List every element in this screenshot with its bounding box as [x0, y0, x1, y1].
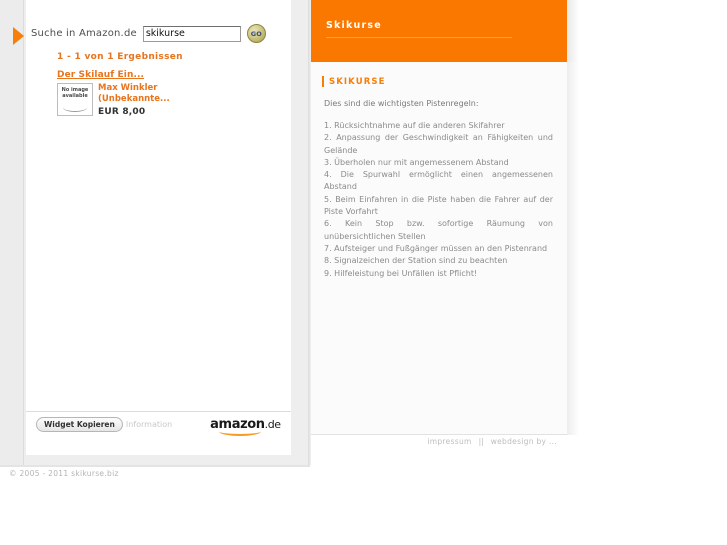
widget-information-link[interactable]: Information [126, 420, 172, 429]
amazon-smile-logo-icon [219, 427, 262, 436]
rule-item: 4. Die Spurwahl ermöglicht einen angemes… [324, 170, 553, 192]
amazon-logo[interactable]: amazon.de [210, 418, 281, 436]
product-title-link[interactable]: Der Skilauf Ein... [57, 70, 144, 80]
rule-item: 2. Anpassung der Geschwindigkeit an Fähi… [324, 133, 553, 155]
product-meta: Max Winkler (Unbekannte... EUR 8,00 [98, 83, 170, 117]
amazon-smile-icon [63, 103, 87, 112]
search-row: Suche in Amazon.de GO [31, 24, 266, 43]
bottom-band [0, 465, 310, 467]
product-price: EUR 8,00 [98, 107, 146, 117]
section-heading: SKIKURSE [322, 76, 385, 87]
webdesign-link[interactable]: webdesign by ... [491, 437, 557, 446]
arrow-right-icon [13, 27, 24, 45]
section-accent-bar [322, 76, 324, 87]
rules-list: 1. Rücksichtnahme auf die anderen Skifah… [324, 120, 553, 280]
page-footer-links: impressum || webdesign by ... [311, 434, 567, 447]
rule-item: 3. Überholen nur mit angemessenem Abstan… [324, 157, 509, 167]
page-header: Skikurse [311, 0, 567, 62]
no-image-line2: available [62, 93, 88, 99]
product-author: Max Winkler (Unbekannte... [98, 83, 170, 104]
header-edge-fade [567, 0, 579, 62]
rule-item: 8. Signalzeichen der Station sind zu bea… [324, 256, 508, 266]
product-row: No image available Max Winkler (Unbekann… [57, 83, 170, 117]
copyright-text: © 2005 - 2011 skikurse.biz [9, 469, 119, 478]
content-edge-fade [567, 62, 579, 435]
content-panel: SKIKURSE Dies sind die wichtigsten Piste… [311, 62, 567, 435]
amazon-search-widget: Suche in Amazon.de GO 1 - 1 von 1 Ergebn… [26, 0, 291, 455]
no-image-placeholder-icon: No image available [57, 83, 93, 116]
page-root: Suche in Amazon.de GO 1 - 1 von 1 Ergebn… [0, 0, 727, 545]
rule-item: 5. Beim Einfahren in die Piste haben die… [324, 194, 553, 217]
header-rule [326, 37, 512, 38]
copy-widget-button[interactable]: Widget Kopieren [36, 417, 123, 432]
section-title: SKIKURSE [329, 76, 386, 87]
search-input[interactable] [142, 25, 241, 42]
amazon-tld: .de [264, 418, 281, 431]
rule-item: 1. Rücksichtnahme auf die anderen Skifah… [324, 121, 505, 130]
footer-separator: || [478, 436, 484, 446]
rule-item: 9. Hilfeleistung bei Unfällen ist Pflich… [324, 268, 478, 278]
search-go-button[interactable]: GO [246, 24, 266, 43]
impressum-link[interactable]: impressum [427, 437, 471, 446]
search-label: Suche in Amazon.de [31, 28, 137, 39]
page-title: Skikurse [326, 20, 382, 31]
right-column: Skikurse SKIKURSE Dies sind die wichtigs… [311, 0, 727, 465]
rule-item: 6. Kein Stop bzw. sofortige Räumung von … [324, 219, 553, 241]
widget-footer: Widget Kopieren Information amazon.de [26, 411, 291, 437]
results-count: 1 - 1 von 1 Ergebnissen [57, 52, 183, 62]
rule-item: 7. Aufsteiger und Fußgänger müssen an de… [324, 243, 548, 253]
intro-text: Dies sind die wichtigsten Pistenregeln: [324, 99, 479, 108]
